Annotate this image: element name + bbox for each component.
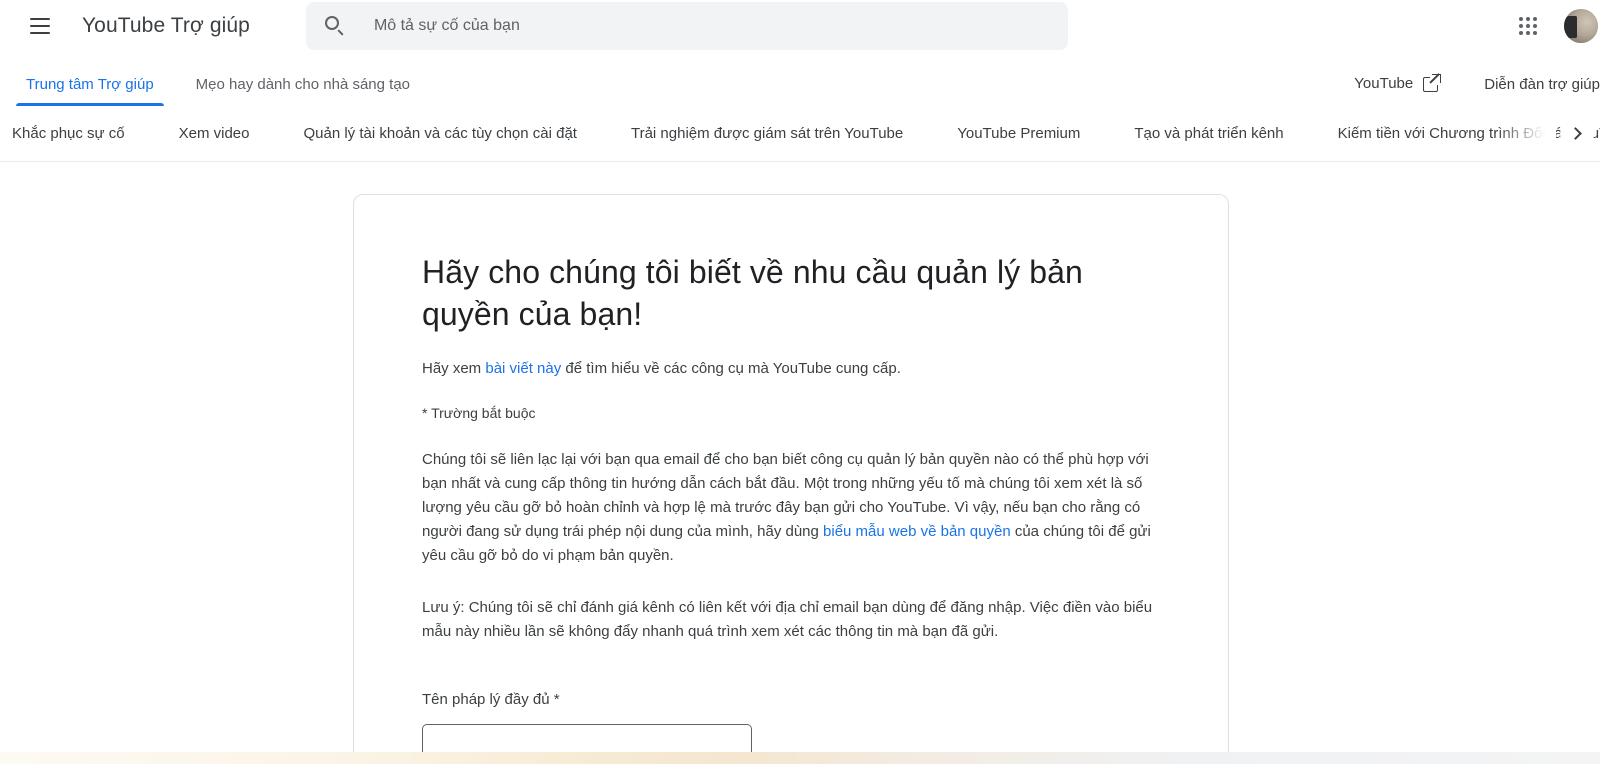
chip-supervised-experience[interactable]: Trải nghiệm được giám sát trên YouTube <box>615 126 919 141</box>
copyright-form-card: Hãy cho chúng tôi biết về nhu cầu quản l… <box>353 194 1229 764</box>
page-title: Hãy cho chúng tôi biết về nhu cầu quản l… <box>422 254 1083 332</box>
hamburger-bar <box>30 32 50 34</box>
chip-troubleshooting[interactable]: Khắc phục sự cố <box>0 126 141 141</box>
apps-dot <box>1533 24 1537 28</box>
search-icon-handle <box>337 29 344 36</box>
chip-create-grow-channel[interactable]: Tạo và phát triển kênh <box>1118 126 1299 141</box>
intro-paragraph: Chúng tôi sẽ liên lạc lại với bạn qua em… <box>422 448 1160 568</box>
apps-dot <box>1519 17 1523 21</box>
avatar[interactable] <box>1564 9 1598 43</box>
apps-dot <box>1526 24 1530 28</box>
link-youtube[interactable]: YouTube <box>1354 74 1442 92</box>
tab-group: Trung tâm Trợ giúp Mẹo hay dành cho nhà … <box>16 77 442 106</box>
external-link-icon <box>1423 74 1442 92</box>
search-input[interactable] <box>371 16 1050 36</box>
lead-paragraph: Hãy xem bài viết này để tìm hiểu về các … <box>422 357 1160 380</box>
category-chip-row: Khắc phục sự cố Xem video Quản lý tài kh… <box>0 106 1600 162</box>
search-icon <box>324 15 346 37</box>
chip-youtube-premium[interactable]: YouTube Premium <box>941 126 1096 141</box>
brand-title[interactable]: YouTube Trợ giúp <box>82 14 250 38</box>
hamburger-bar <box>30 25 50 27</box>
chip-monetize-ypp[interactable]: Kiếm tiền với Chương trình Đối tác YouTu… <box>1322 126 1600 141</box>
external-link-arrow <box>1430 74 1442 85</box>
apps-dot <box>1526 17 1530 21</box>
lead-text-after: để tìm hiểu về các công cụ mà YouTube cu… <box>561 360 901 377</box>
lead-text-before: Hãy xem <box>422 360 486 377</box>
page-body: Hãy cho chúng tôi biết về nhu cầu quản l… <box>0 162 1600 764</box>
tabbar-links: YouTube Diễn đàn trợ giúp <box>1310 74 1600 106</box>
link-youtube-label: YouTube <box>1354 75 1414 92</box>
chip-watch-videos[interactable]: Xem video <box>163 126 266 141</box>
link-help-forum-label: Diễn đàn trợ giúp <box>1484 76 1600 93</box>
tab-help-center[interactable]: Trung tâm Trợ giúp <box>16 77 164 106</box>
header-right-actions <box>1508 0 1598 52</box>
os-bottom-strip <box>0 752 1600 764</box>
app-header: YouTube Trợ giúp <box>0 0 1600 52</box>
apps-dot <box>1519 31 1523 35</box>
article-link[interactable]: bài viết này <box>485 360 561 377</box>
apps-dot <box>1526 31 1530 35</box>
hamburger-bar <box>30 18 50 20</box>
search-box[interactable] <box>305 2 1068 50</box>
copyright-webform-link[interactable]: biểu mẫu web về bản quyền <box>823 523 1011 540</box>
avatar-shadow <box>1564 16 1577 39</box>
chevron-right-icon[interactable] <box>1560 116 1594 151</box>
secondary-tabbar: Trung tâm Trợ giúp Mẹo hay dành cho nhà … <box>0 52 1600 106</box>
hamburger-menu-icon[interactable] <box>20 6 60 46</box>
apps-dot <box>1533 17 1537 21</box>
apps-dot <box>1519 24 1523 28</box>
search-icon-ring <box>324 16 339 30</box>
required-field-note: * Trường bắt buộc <box>422 405 536 421</box>
chevron-right-glyph <box>1569 127 1582 140</box>
chip-manage-account[interactable]: Quản lý tài khoản và các tùy chọn cài đặ… <box>287 126 593 141</box>
link-help-forum[interactable]: Diễn đàn trợ giúp <box>1484 77 1600 92</box>
legal-name-label: Tên pháp lý đầy đủ * <box>422 691 560 708</box>
note-paragraph: Lưu ý: Chúng tôi sẽ chỉ đánh giá kênh có… <box>422 599 1153 640</box>
tab-creator-tips[interactable]: Mẹo hay dành cho nhà sáng tạo <box>186 77 420 106</box>
google-apps-grid-icon[interactable] <box>1508 6 1548 46</box>
apps-dot <box>1533 31 1537 35</box>
